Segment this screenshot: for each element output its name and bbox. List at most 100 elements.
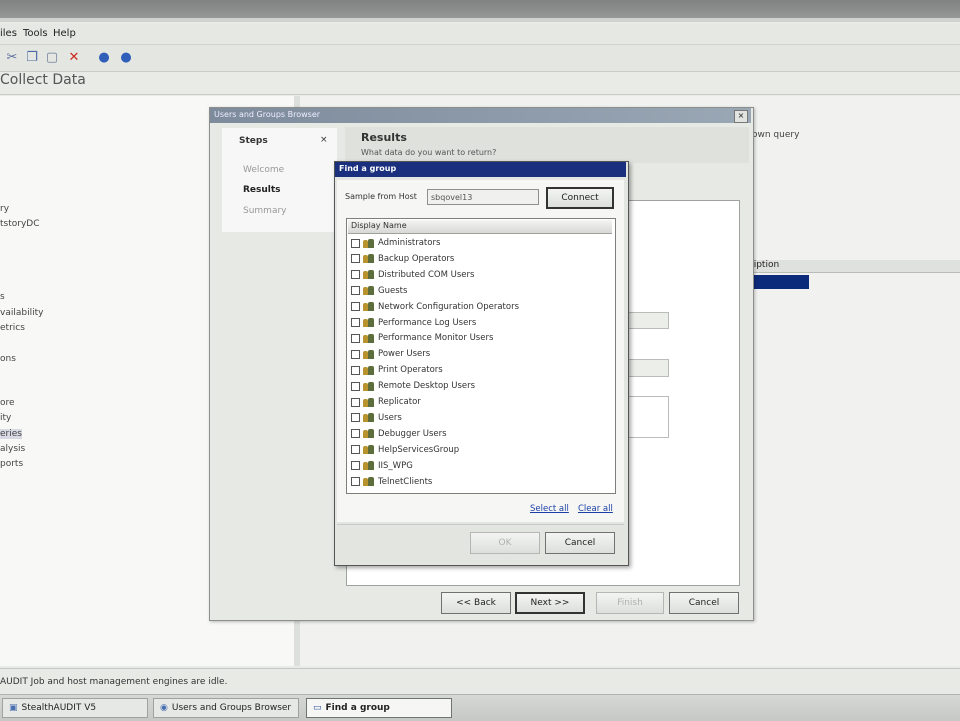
results-dropdown[interactable] [625, 359, 669, 377]
taskbar-item-stealthaudit[interactable]: ▣ StealthAUDIT V5 [2, 698, 148, 718]
dialog-title: Users and Groups Browser [214, 110, 321, 119]
paste-icon[interactable]: ▢ [44, 49, 60, 65]
taskbar-item-find-group[interactable]: ▭ Find a group [306, 698, 452, 718]
results-text-field[interactable] [625, 312, 669, 329]
group-icon [363, 461, 375, 471]
wizard-cancel-button[interactable]: Cancel [669, 592, 739, 614]
group-list-item[interactable]: Debugger Users [351, 427, 447, 441]
ok-button[interactable]: OK [470, 532, 540, 554]
results-text-area[interactable] [625, 396, 669, 438]
selected-row[interactable] [745, 275, 809, 289]
group-name: Distributed COM Users [378, 269, 475, 280]
back-button[interactable]: << Back [441, 592, 511, 614]
group-checkbox[interactable] [351, 238, 360, 248]
menu-help[interactable]: Help [53, 28, 76, 39]
tree-item[interactable]: tstoryDC [0, 219, 40, 229]
steps-header: Steps [239, 136, 268, 146]
tree-item[interactable]: ports [0, 459, 23, 469]
step-summary: Summary [243, 206, 287, 216]
group-checkbox[interactable] [351, 254, 360, 264]
group-name: Administrators [378, 238, 441, 248]
back-circle-icon[interactable]: ● [96, 49, 112, 65]
group-name: Remote Desktop Users [378, 381, 476, 392]
group-list-item[interactable]: Users [351, 411, 402, 425]
group-checkbox[interactable] [351, 461, 360, 471]
group-list-item[interactable]: Performance Log Users [351, 316, 476, 330]
window-icon: ▭ [313, 703, 322, 713]
group-icon [363, 238, 375, 248]
group-list-item[interactable]: Network Configuration Operators [351, 300, 519, 314]
group-list-item[interactable]: Print Operators [351, 363, 443, 377]
tree-item[interactable]: ity [0, 413, 11, 423]
group-list-item[interactable]: Administrators [351, 236, 440, 250]
cut-icon[interactable]: ✂ [4, 49, 20, 65]
taskbar-item-label: StealthAUDIT V5 [21, 703, 97, 713]
tree-item[interactable]: ry [0, 204, 9, 214]
group-icon [363, 429, 375, 439]
step-heading: Results [361, 131, 407, 144]
app-icon: ▣ [9, 703, 18, 713]
group-checkbox[interactable] [351, 270, 360, 280]
tree-item[interactable]: ons [0, 354, 16, 364]
step-subheading: What data do you want to return? [361, 148, 497, 157]
group-list-item[interactable]: Power Users [351, 347, 430, 361]
group-icon [363, 413, 375, 423]
group-name: Users [378, 412, 402, 423]
list-column-header: ription [745, 260, 960, 273]
finish-button[interactable]: Finish [596, 592, 664, 614]
browser-icon: ◉ [160, 703, 168, 713]
tree-item[interactable]: vailability [0, 308, 43, 318]
host-input[interactable] [427, 189, 539, 205]
group-list-item[interactable]: Guests [351, 284, 407, 298]
group-list-item[interactable]: Distributed COM Users [351, 268, 474, 282]
group-checkbox[interactable] [351, 286, 360, 296]
column-header-description[interactable]: ription [750, 260, 779, 270]
group-checkbox[interactable] [351, 429, 360, 439]
group-checkbox[interactable] [351, 318, 360, 327]
delete-icon[interactable]: ✕ [66, 49, 82, 65]
group-checkbox[interactable] [351, 333, 360, 343]
tree-item[interactable]: s [0, 292, 5, 302]
copy-icon[interactable]: ❐ [24, 49, 40, 65]
next-button[interactable]: Next >> [515, 592, 585, 614]
status-text: AUDIT Job and host management engines ar… [0, 677, 228, 687]
find-cancel-button[interactable]: Cancel [545, 532, 615, 554]
group-checkbox[interactable] [351, 397, 360, 407]
group-name: Backup Operators [378, 253, 455, 264]
group-checkbox[interactable] [351, 445, 360, 455]
tree-item[interactable]: ore [0, 398, 15, 408]
group-list-item[interactable]: Remote Desktop Users [351, 379, 475, 393]
tree-item[interactable]: etrics [0, 323, 25, 333]
group-checkbox[interactable] [351, 381, 360, 391]
host-label: Sample from Host [345, 192, 417, 201]
group-list-item[interactable]: HelpServicesGroup [351, 443, 459, 457]
group-checkbox[interactable] [351, 413, 360, 423]
group-list-item[interactable]: TelnetClients [351, 475, 432, 489]
group-list-item[interactable]: Performance Monitor Users [351, 331, 493, 345]
group-name: HelpServicesGroup [378, 444, 460, 455]
taskbar-item-users-groups-browser[interactable]: ◉ Users and Groups Browser [153, 698, 299, 718]
group-checkbox[interactable] [351, 477, 360, 486]
group-checkbox[interactable] [351, 302, 360, 312]
group-icon [363, 302, 375, 312]
group-checkbox[interactable] [351, 349, 360, 359]
tree-item-selected[interactable]: eries [0, 429, 22, 439]
connect-button[interactable]: Connect [546, 187, 614, 209]
group-checkbox[interactable] [351, 365, 360, 375]
tree-item[interactable]: alysis [0, 444, 25, 454]
select-all-link[interactable]: Select all [530, 504, 569, 514]
group-list-item[interactable]: IIS_WPG [351, 459, 413, 473]
display-name-column-header[interactable]: Display Name [348, 220, 612, 234]
forward-circle-icon[interactable]: ● [118, 49, 134, 65]
steps-close-icon[interactable]: × [320, 135, 328, 145]
step-welcome: Welcome [243, 165, 285, 175]
close-icon[interactable]: × [734, 110, 748, 123]
group-name: Guests [378, 285, 408, 296]
group-list-item[interactable]: Replicator [351, 395, 421, 409]
clear-all-link[interactable]: Clear all [578, 504, 613, 514]
step-results: Results [243, 185, 281, 195]
group-icon [363, 318, 375, 327]
menu-files[interactable]: iles [0, 28, 17, 39]
menu-tools[interactable]: Tools [23, 28, 48, 39]
group-list-item[interactable]: Backup Operators [351, 252, 454, 266]
